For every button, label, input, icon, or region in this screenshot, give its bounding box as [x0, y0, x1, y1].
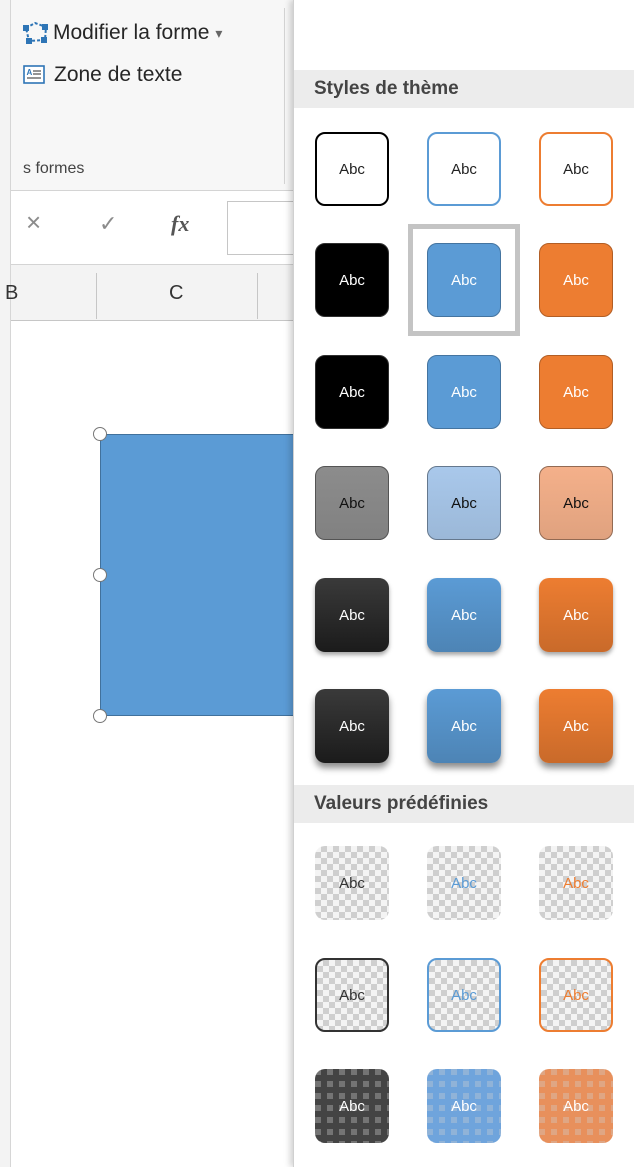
style-preview-text: Abc — [563, 717, 589, 735]
style-preview-text: Abc — [339, 271, 365, 289]
preset-style-orange-3[interactable]: Abc — [539, 1069, 613, 1143]
ribbon-separator — [284, 8, 285, 184]
cancel-icon[interactable]: × — [26, 207, 41, 238]
style-preview-text: Abc — [451, 606, 477, 624]
preset-style-blue-2[interactable]: Abc — [427, 958, 501, 1032]
theme-style-blue-5[interactable]: Abc — [427, 578, 501, 652]
theme-style-blue-1[interactable]: Abc — [427, 132, 501, 206]
style-preview-text: Abc — [451, 1097, 477, 1115]
style-preview-text: Abc — [451, 717, 477, 735]
style-preview-text: Abc — [339, 1097, 365, 1115]
section-header-theme-styles: Styles de thème — [294, 70, 634, 108]
window-left-edge — [0, 0, 11, 1167]
style-preview-text: Abc — [451, 160, 477, 178]
svg-text:A: A — [27, 68, 33, 77]
preset-style-orange-1[interactable]: Abc — [539, 846, 613, 920]
edit-shape-label: Modifier la forme — [53, 21, 210, 44]
enter-icon[interactable]: ✓ — [99, 211, 117, 237]
style-preview-text: Abc — [563, 986, 589, 1004]
style-preview-text: Abc — [563, 606, 589, 624]
column-headers: B C — [5, 265, 294, 321]
theme-style-orange-6[interactable]: Abc — [539, 689, 613, 763]
theme-style-black-5[interactable]: Abc — [315, 578, 389, 652]
chevron-down-icon: ▾ — [215, 24, 223, 41]
theme-style-black-1[interactable]: Abc — [315, 132, 389, 206]
resize-handle-bottom-left[interactable] — [93, 709, 107, 723]
style-preview-text: Abc — [451, 271, 477, 289]
theme-style-black-6[interactable]: Abc — [315, 689, 389, 763]
insert-function-icon[interactable]: fx — [171, 211, 189, 237]
preset-style-black-3[interactable]: Abc — [315, 1069, 389, 1143]
style-preview-text: Abc — [563, 1097, 589, 1115]
shape-styles-gallery: Styles de thème Valeurs prédéfinies Abc A… — [293, 0, 634, 1167]
style-preview-text: Abc — [339, 874, 365, 892]
theme-style-black-3[interactable]: Abc — [315, 355, 389, 429]
style-preview-text: Abc — [339, 986, 365, 1004]
column-header-c[interactable]: C — [169, 282, 183, 305]
style-preview-text: Abc — [451, 986, 477, 1004]
theme-style-orange-4[interactable]: Abc — [539, 466, 613, 540]
preset-style-black-1[interactable]: Abc — [315, 846, 389, 920]
ribbon-insert-shapes-group: Modifier la forme ▾ A Zone de texte s fo… — [11, 0, 294, 191]
theme-style-blue-6[interactable]: Abc — [427, 689, 501, 763]
text-box-icon: A — [23, 65, 45, 84]
style-preview-text: Abc — [339, 383, 365, 401]
theme-style-orange-1[interactable]: Abc — [539, 132, 613, 206]
edit-shape-button[interactable]: Modifier la forme ▾ — [21, 20, 222, 46]
resize-handle-top-left[interactable] — [93, 427, 107, 441]
edit-shape-icon — [23, 21, 48, 44]
style-preview-text: Abc — [339, 717, 365, 735]
style-preview-text: Abc — [563, 271, 589, 289]
style-preview-text: Abc — [451, 494, 477, 512]
preset-style-black-2[interactable]: Abc — [315, 958, 389, 1032]
style-preview-text: Abc — [339, 160, 365, 178]
preset-style-blue-3[interactable]: Abc — [427, 1069, 501, 1143]
preset-style-blue-1[interactable]: Abc — [427, 846, 501, 920]
text-box-label: Zone de texte — [54, 63, 183, 86]
rectangle-shape[interactable] — [100, 434, 300, 716]
theme-style-orange-5[interactable]: Abc — [539, 578, 613, 652]
preset-style-orange-2[interactable]: Abc — [539, 958, 613, 1032]
style-preview-text: Abc — [563, 383, 589, 401]
column-divider[interactable] — [257, 273, 258, 319]
theme-style-blue-2[interactable]: Abc — [427, 243, 501, 317]
text-box-button[interactable]: A Zone de texte — [22, 63, 182, 87]
style-preview-text: Abc — [563, 494, 589, 512]
column-header-b[interactable]: B — [5, 282, 18, 305]
column-divider[interactable] — [96, 273, 97, 319]
style-preview-text: Abc — [563, 160, 589, 178]
style-preview-text: Abc — [451, 383, 477, 401]
theme-style-blue-4[interactable]: Abc — [427, 466, 501, 540]
style-preview-text: Abc — [339, 494, 365, 512]
resize-handle-middle-left[interactable] — [93, 568, 107, 582]
group-label: s formes — [23, 160, 85, 177]
formula-bar: × ✓ fx — [11, 191, 309, 265]
section-header-presets: Valeurs prédéfinies — [294, 785, 634, 823]
theme-style-blue-3[interactable]: Abc — [427, 355, 501, 429]
theme-style-orange-3[interactable]: Abc — [539, 355, 613, 429]
theme-style-black-2[interactable]: Abc — [315, 243, 389, 317]
style-preview-text: Abc — [563, 874, 589, 892]
style-preview-text: Abc — [339, 606, 365, 624]
style-preview-text: Abc — [451, 874, 477, 892]
theme-style-orange-2[interactable]: Abc — [539, 243, 613, 317]
theme-style-black-4[interactable]: Abc — [315, 466, 389, 540]
